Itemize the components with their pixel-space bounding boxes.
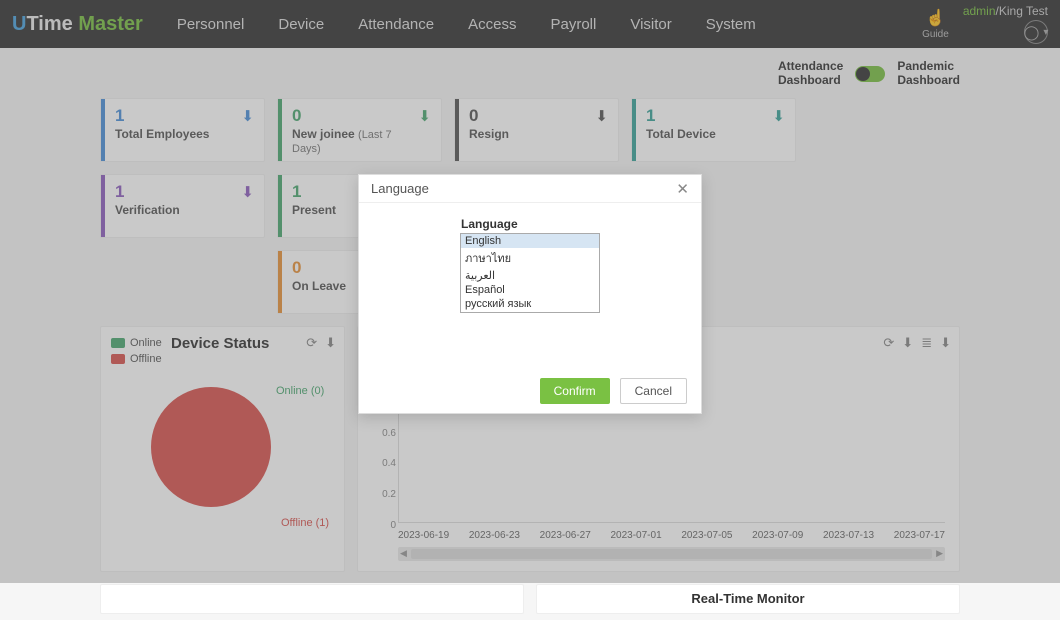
bottom-left-panel	[100, 584, 524, 614]
confirm-button[interactable]: Confirm	[540, 378, 610, 404]
language-option[interactable]: ภาษาไทย	[461, 248, 599, 268]
language-option[interactable]: русский язык	[461, 297, 599, 311]
real-time-monitor-title: Real-Time Monitor	[691, 591, 804, 606]
language-field-label: Language	[461, 217, 518, 231]
language-listbox[interactable]: EnglishภาษาไทยالعربيةEspañolрусский язык…	[460, 233, 600, 313]
language-option[interactable]: Bahasa Indonesia	[461, 311, 599, 313]
language-option[interactable]: العربية	[461, 268, 599, 283]
bottom-panels: Real-Time Monitor	[0, 578, 1060, 620]
dialog-title: Language	[371, 181, 429, 196]
language-option[interactable]: Español	[461, 283, 599, 297]
real-time-monitor-panel: Real-Time Monitor	[536, 584, 960, 614]
language-option[interactable]: English	[461, 234, 599, 248]
language-dialog: Language ✕ Language Englishภาษาไทยالعربي…	[358, 174, 702, 414]
close-icon[interactable]: ✕	[676, 180, 689, 198]
cancel-button[interactable]: Cancel	[620, 378, 687, 404]
